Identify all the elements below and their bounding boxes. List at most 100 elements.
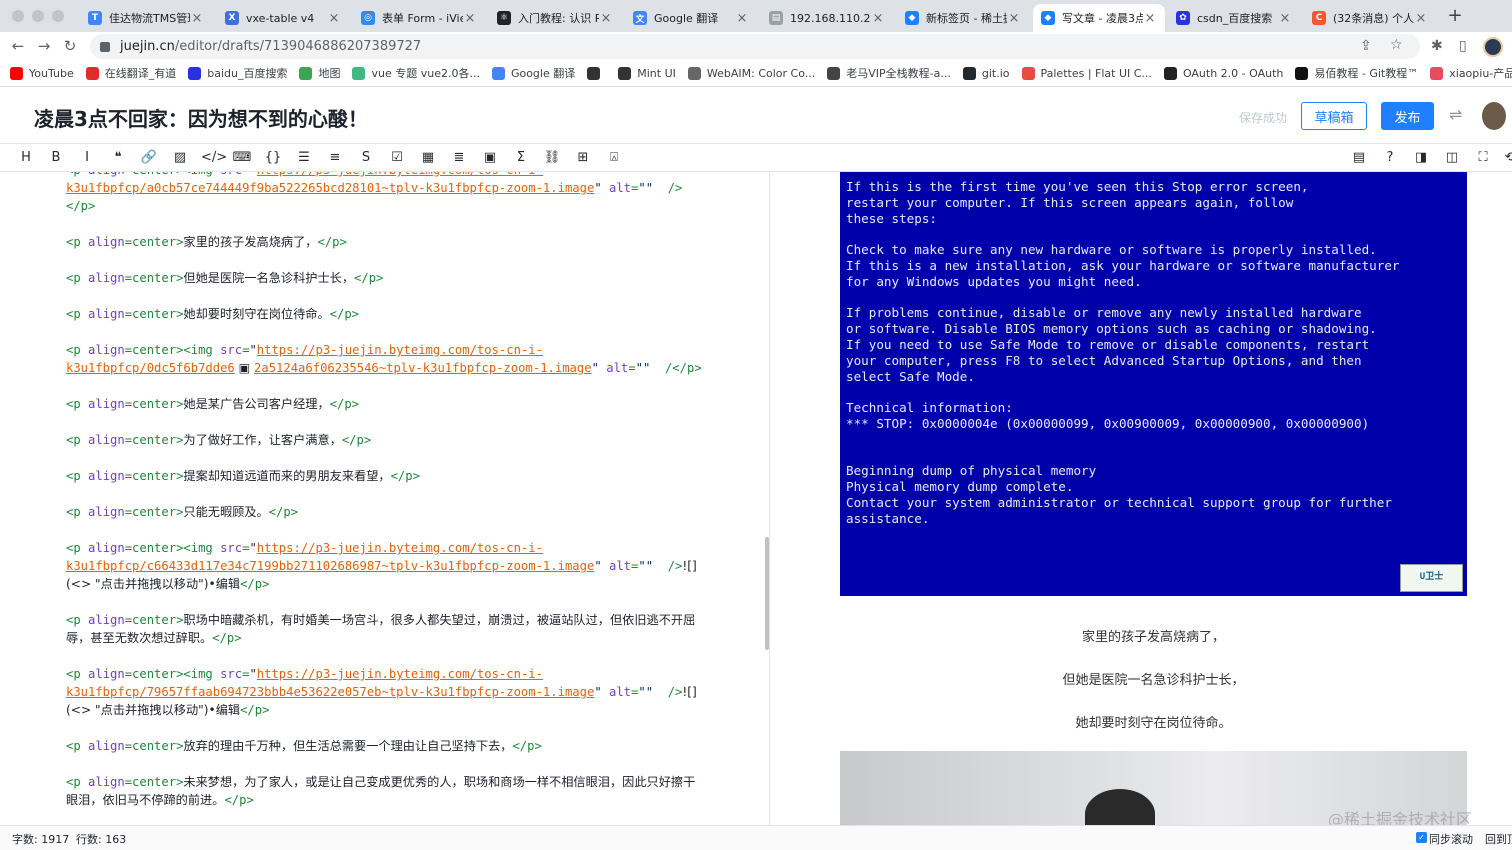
code-blank-line[interactable] bbox=[66, 647, 706, 665]
code-blank-line[interactable] bbox=[66, 755, 706, 773]
editor-scrollbar[interactable] bbox=[765, 537, 769, 650]
bookmark-item[interactable]: OAuth 2.0 - OAuth bbox=[1163, 66, 1283, 80]
toolbar-button[interactable]: ≡ bbox=[325, 149, 345, 167]
sync-scroll-label[interactable]: 同步滚动 bbox=[1429, 831, 1473, 847]
code-blank-line[interactable] bbox=[66, 719, 706, 737]
code-blank-line[interactable] bbox=[66, 413, 706, 431]
bookmark-item[interactable]: 地图 bbox=[299, 65, 340, 81]
toolbar-button[interactable]: ≣ bbox=[449, 149, 469, 167]
code-line[interactable]: <p align=center><img src="https://p3-jue… bbox=[66, 172, 706, 179]
bookmark-item[interactable]: Mint UI bbox=[618, 66, 676, 80]
code-line[interactable]: k3u1fbpfcp/0dc5f6b7dde6 ▣ 2a5124a6f06235… bbox=[66, 359, 706, 377]
toolbar-button[interactable]: H bbox=[16, 149, 36, 167]
bookmark-item[interactable] bbox=[587, 66, 606, 80]
toolbar-button[interactable]: I bbox=[77, 149, 97, 167]
code-line[interactable]: <p align=center>提案却知道远道而来的男朋友来看望，</p> bbox=[66, 467, 706, 485]
code-blank-line[interactable] bbox=[66, 377, 706, 395]
bookmark-item[interactable]: WebAIM: Color Co... bbox=[687, 66, 815, 80]
code-line[interactable]: <p align=center>她却要时刻守在岗位待命。</p> bbox=[66, 305, 706, 323]
code-blank-line[interactable] bbox=[66, 251, 706, 269]
browser-tab[interactable]: ✿ csdn_百度搜索 × bbox=[1168, 4, 1300, 32]
code-line[interactable]: k3u1fbpfcp/a0cb57ce744449f9ba522265bcd28… bbox=[66, 179, 706, 197]
maximize-window-button[interactable] bbox=[52, 10, 64, 22]
code-line[interactable]: <p align=center>只能无暇顾及。</p> bbox=[66, 503, 706, 521]
code-line[interactable]: <p align=center>放弃的理由千万种，但生活总需要一个理由让自己坚持… bbox=[66, 737, 706, 755]
toolbar-button[interactable]: ▨ bbox=[170, 149, 190, 167]
code-line[interactable]: 眼泪，依旧马不停蹄的前进。</p> bbox=[66, 791, 706, 809]
minimize-window-button[interactable] bbox=[32, 10, 44, 22]
publish-button[interactable]: 发布 bbox=[1381, 102, 1434, 130]
close-window-button[interactable] bbox=[12, 10, 24, 22]
browser-tab[interactable]: Xvxe-table v4 × bbox=[217, 4, 349, 32]
browser-tab[interactable]: ◆ 新标签页 - 稀土掘 × bbox=[897, 4, 1029, 32]
code-line[interactable]: <p align=center><img src="https://p3-jue… bbox=[66, 539, 706, 557]
code-line[interactable]: 辱，甚至无数次想过辞职。</p> bbox=[66, 629, 706, 647]
code-blank-line[interactable] bbox=[66, 449, 706, 467]
markdown-editor[interactable]: <p align=center><img src="https://p3-jue… bbox=[0, 172, 770, 825]
bookmark-item[interactable]: git.io bbox=[962, 66, 1010, 80]
browser-tab[interactable]: ⚛ 入门教程: 认识 R × bbox=[489, 4, 621, 32]
code-line[interactable]: (<> "点击并拖拽以移动")•编辑</p> bbox=[66, 575, 706, 593]
bookmark-item[interactable]: 易佰教程 - Git教程™ bbox=[1295, 65, 1418, 81]
toolbar-right-button[interactable]: ? bbox=[1380, 149, 1400, 167]
toolbar-button[interactable]: S bbox=[356, 149, 376, 167]
toolbar-button[interactable]: ☑ bbox=[387, 149, 407, 167]
tab-close-icon[interactable]: × bbox=[1143, 11, 1157, 26]
code-line[interactable]: <p align=center>家里的孩子发高烧病了，</p> bbox=[66, 233, 706, 251]
tab-close-icon[interactable]: × bbox=[327, 11, 341, 26]
code-line[interactable]: <p align=center>但她是医院一名急诊科护士长，</p> bbox=[66, 269, 706, 287]
toolbar-button[interactable]: ⊞ bbox=[573, 149, 593, 167]
toolbar-button[interactable]: </> bbox=[201, 149, 227, 167]
bookmark-item[interactable]: xiaopiu-产品原型... bbox=[1430, 65, 1512, 81]
code-line[interactable]: k3u1fbpfcp/c66433d117e34c7199bb271102686… bbox=[66, 557, 706, 575]
back-arrow-icon[interactable]: ← bbox=[5, 37, 31, 55]
toolbar-button[interactable]: 🔗 bbox=[139, 149, 159, 167]
profile-avatar[interactable] bbox=[1483, 37, 1503, 57]
tab-close-icon[interactable]: × bbox=[1007, 11, 1021, 26]
bookmark-item[interactable]: Google 翻译 bbox=[491, 65, 575, 81]
toolbar-button[interactable]: ⌨ bbox=[232, 149, 252, 167]
new-tab-button[interactable]: + bbox=[1444, 5, 1466, 27]
share-icon[interactable]: ⇪ bbox=[1360, 38, 1372, 54]
toolbar-right-button[interactable]: ◨ bbox=[1411, 149, 1431, 167]
toolbar-right-button[interactable]: ▤ bbox=[1349, 149, 1369, 167]
code-blank-line[interactable] bbox=[66, 215, 706, 233]
code-content[interactable]: <p align=center><img src="https://p3-jue… bbox=[66, 172, 706, 809]
address-bar[interactable]: juejin.cn/editor/drafts/7139046886207389… bbox=[90, 34, 1420, 59]
user-avatar[interactable] bbox=[1482, 102, 1506, 130]
toolbar-button[interactable]: {} bbox=[263, 149, 283, 167]
bookmark-item[interactable]: 老马VIP全栈教程-a... bbox=[827, 65, 951, 81]
tab-close-icon[interactable]: × bbox=[1278, 11, 1292, 26]
tab-close-icon[interactable]: × bbox=[871, 11, 885, 26]
toolbar-button[interactable]: ❝ bbox=[108, 149, 128, 167]
tab-close-icon[interactable]: × bbox=[190, 11, 204, 26]
browser-tab[interactable]: ◆ 写文章 - 凌晨3点 × bbox=[1033, 4, 1165, 32]
toolbar-right-button[interactable]: ◫ bbox=[1442, 149, 1462, 167]
browser-tab[interactable]: 文 Google 翻译 × bbox=[625, 4, 757, 32]
toolbar-button[interactable]: ▦ bbox=[418, 149, 438, 167]
code-line[interactable]: <p align=center>职场中暗藏杀机，有时婚美一场宫斗，很多人都失望过… bbox=[66, 611, 706, 629]
code-blank-line[interactable] bbox=[66, 593, 706, 611]
code-line[interactable]: <p align=center>未来梦想，为了家人，或是让自己变成更优秀的人，职… bbox=[66, 773, 706, 791]
toolbar-button[interactable]: ☰ bbox=[294, 149, 314, 167]
toolbar-button[interactable]: ⛓ bbox=[542, 149, 562, 167]
reload-icon[interactable]: ↻ bbox=[57, 37, 83, 55]
code-line[interactable]: </p> bbox=[66, 197, 706, 215]
bookmark-item[interactable]: vue 专题 vue2.0各... bbox=[352, 65, 480, 81]
browser-tab[interactable]: C (32条消息) 个人 × bbox=[1304, 4, 1436, 32]
bookmark-item[interactable]: Palettes | Flat UI C... bbox=[1021, 66, 1152, 80]
back-to-top-link[interactable]: 回到顶部 bbox=[1485, 831, 1512, 847]
toolbar-button[interactable]: Σ bbox=[511, 149, 531, 167]
code-line[interactable]: k3u1fbpfcp/79657ffaab694723bbb4e53622e05… bbox=[66, 683, 706, 701]
code-line[interactable]: <p align=center><img src="https://p3-jue… bbox=[66, 665, 706, 683]
code-line[interactable]: <p align=center>为了做好工作，让客户满意，</p> bbox=[66, 431, 706, 449]
code-blank-line[interactable] bbox=[66, 323, 706, 341]
forward-arrow-icon[interactable]: → bbox=[31, 37, 57, 55]
tab-close-icon[interactable]: × bbox=[735, 11, 749, 26]
browser-tab[interactable]: ▤ 192.168.110.245× bbox=[761, 4, 893, 32]
toolbar-button[interactable]: ▣ bbox=[480, 149, 500, 167]
toolbar-right-button[interactable]: ⛶ bbox=[1473, 149, 1493, 167]
toolbar-right-button[interactable]: ⟲ bbox=[1500, 149, 1512, 167]
extensions-icon[interactable]: ✱ bbox=[1431, 38, 1443, 54]
sync-scroll-checkbox[interactable]: ✓ bbox=[1416, 832, 1427, 843]
